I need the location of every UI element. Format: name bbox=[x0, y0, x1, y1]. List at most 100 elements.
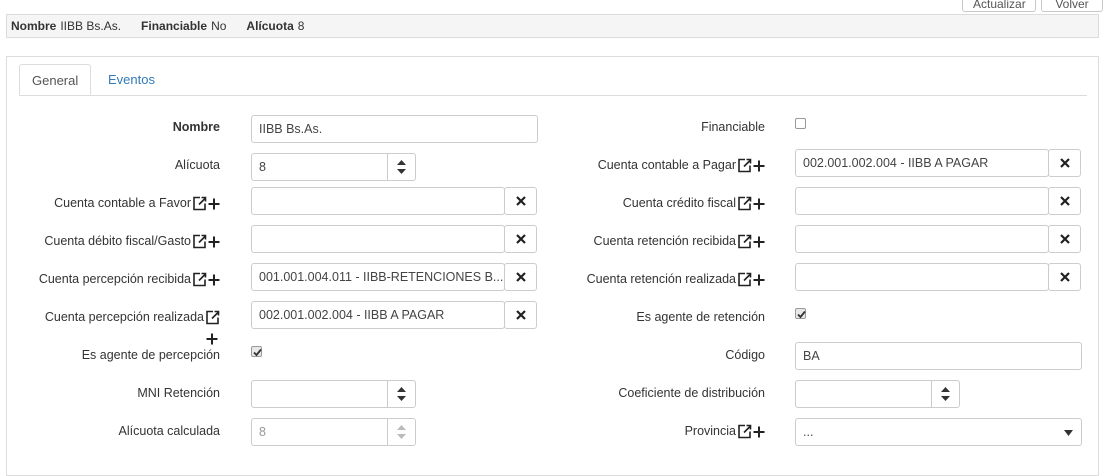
close-icon bbox=[1059, 158, 1070, 168]
cuenta-percepcion-recibida-label: Cuenta percepción recibida bbox=[10, 269, 220, 289]
summary-key-financiable: Financiable bbox=[141, 19, 208, 33]
mni-retencion-label: MNI Retención bbox=[137, 386, 220, 400]
provincia-label: Provincia bbox=[540, 421, 765, 441]
close-icon bbox=[1059, 272, 1070, 282]
plus-icon[interactable] bbox=[753, 198, 765, 210]
cuenta-pagar-clear-button[interactable] bbox=[1048, 149, 1081, 177]
cuenta-retencion-recibida-input[interactable] bbox=[795, 225, 1049, 253]
plus-icon[interactable] bbox=[208, 236, 220, 248]
agente-retencion-checkbox[interactable] bbox=[795, 308, 806, 319]
cuenta-favor-clear-button[interactable] bbox=[504, 187, 537, 215]
nombre-input[interactable]: IIBB Bs.As. bbox=[251, 115, 538, 143]
summary-value-alicuota: 8 bbox=[297, 19, 305, 33]
arrow-up-icon[interactable] bbox=[397, 160, 406, 165]
cuenta-credito-clear-button[interactable] bbox=[1048, 187, 1081, 215]
alicuota-value: 8 bbox=[259, 160, 266, 174]
close-icon bbox=[515, 272, 526, 282]
close-icon bbox=[1059, 196, 1070, 206]
cuenta-pagar-input[interactable]: 002.001.002.004 - IIBB A PAGAR bbox=[795, 149, 1049, 177]
codigo-input[interactable]: BA bbox=[795, 342, 1082, 370]
cuenta-percepcion-realizada-input[interactable]: 002.001.002.004 - IIBB A PAGAR bbox=[251, 301, 505, 329]
external-link-icon[interactable] bbox=[737, 158, 752, 173]
external-link-icon[interactable] bbox=[737, 272, 752, 287]
external-link-icon[interactable] bbox=[192, 234, 207, 249]
codigo-label: Código bbox=[725, 348, 765, 362]
check-icon bbox=[253, 348, 262, 357]
mni-retencion-input[interactable] bbox=[251, 380, 416, 408]
plus-icon[interactable] bbox=[206, 333, 218, 345]
summary-value-nombre: IIBB Bs.As. bbox=[60, 19, 122, 33]
provincia-label-text: Provincia bbox=[684, 424, 736, 438]
alicuota-calculada-value: 8 bbox=[259, 425, 266, 439]
provincia-value: ... bbox=[803, 425, 814, 439]
cuenta-pagar-label-text: Cuenta contable a Pagar bbox=[597, 158, 736, 172]
alicuota-label: Alícuota bbox=[174, 158, 220, 172]
check-icon bbox=[797, 310, 806, 319]
arrow-down-icon[interactable] bbox=[397, 396, 406, 401]
arrow-up-icon[interactable] bbox=[941, 387, 950, 392]
agente-retencion-label: Es agente de retención bbox=[636, 310, 765, 324]
chevron-down-icon bbox=[1064, 430, 1073, 436]
nombre-label: Nombre bbox=[172, 120, 220, 134]
cuenta-percepcion-realizada-clear-button[interactable] bbox=[504, 301, 537, 329]
mni-retencion-stepper[interactable] bbox=[387, 381, 415, 407]
cuenta-debito-input[interactable] bbox=[251, 225, 505, 253]
plus-icon[interactable] bbox=[753, 426, 765, 438]
cuenta-favor-label-text: Cuenta contable a Favor bbox=[54, 196, 191, 210]
tab-eventos[interactable]: Eventos bbox=[96, 64, 167, 95]
external-link-icon[interactable] bbox=[192, 196, 207, 211]
cuenta-percepcion-recibida-clear-button[interactable] bbox=[504, 263, 537, 291]
alicuota-calculada-stepper bbox=[387, 419, 415, 445]
summary-bar: Nombre IIBB Bs.As. Financiable No Alícuo… bbox=[6, 14, 1099, 38]
cuenta-favor-label: Cuenta contable a Favor bbox=[10, 193, 220, 213]
close-icon bbox=[515, 234, 526, 244]
tab-general[interactable]: General bbox=[19, 64, 92, 95]
summary-key-nombre: Nombre bbox=[11, 19, 57, 33]
arrow-down-icon[interactable] bbox=[397, 169, 406, 174]
plus-icon[interactable] bbox=[208, 198, 220, 210]
cuenta-percepcion-recibida-label-text: Cuenta percepción recibida bbox=[38, 272, 191, 286]
alicuota-stepper[interactable] bbox=[387, 154, 415, 180]
financiable-label: Financiable bbox=[701, 120, 765, 134]
external-link-icon[interactable] bbox=[737, 234, 752, 249]
external-link-icon[interactable] bbox=[192, 272, 207, 287]
cuenta-credito-label: Cuenta crédito fiscal bbox=[540, 193, 765, 213]
cuenta-debito-label-text: Cuenta débito fiscal/Gasto bbox=[44, 234, 191, 248]
arrow-up-icon bbox=[397, 425, 406, 430]
coeficiente-label: Coeficiente de distribución bbox=[618, 386, 765, 400]
cuenta-retencion-realizada-label-text: Cuenta retención realizada bbox=[586, 272, 736, 286]
cuenta-retencion-realizada-input[interactable] bbox=[795, 263, 1049, 291]
cuenta-percepcion-recibida-input[interactable]: 001.001.004.011 - IIBB-RETENCIONES B... bbox=[251, 263, 505, 291]
cuenta-retencion-recibida-clear-button[interactable] bbox=[1048, 225, 1081, 253]
cuenta-pagar-label: Cuenta contable a Pagar bbox=[540, 155, 765, 175]
alicuota-input[interactable]: 8 bbox=[251, 153, 416, 181]
arrow-down-icon[interactable] bbox=[941, 396, 950, 401]
external-link-icon[interactable] bbox=[205, 310, 220, 325]
arrow-up-icon[interactable] bbox=[397, 387, 406, 392]
external-link-icon[interactable] bbox=[737, 196, 752, 211]
cuenta-credito-label-text: Cuenta crédito fiscal bbox=[622, 196, 736, 210]
cuenta-credito-input[interactable] bbox=[795, 187, 1049, 215]
arrow-down-icon bbox=[397, 434, 406, 439]
plus-icon[interactable] bbox=[753, 274, 765, 286]
close-icon bbox=[1059, 234, 1070, 244]
cuenta-retencion-recibida-label-text: Cuenta retención recibida bbox=[593, 234, 736, 248]
cuenta-retencion-realizada-clear-button[interactable] bbox=[1048, 263, 1081, 291]
tab-bar: General Eventos bbox=[19, 64, 1087, 96]
cuenta-debito-clear-button[interactable] bbox=[504, 225, 537, 253]
plus-icon[interactable] bbox=[208, 274, 220, 286]
cuenta-favor-input[interactable] bbox=[251, 187, 505, 215]
update-button[interactable]: Actualizar bbox=[962, 0, 1036, 12]
financiable-checkbox[interactable] bbox=[795, 118, 806, 129]
coeficiente-stepper[interactable] bbox=[931, 381, 959, 407]
cuenta-percepcion-realizada-label: Cuenta percepción realizada bbox=[10, 307, 220, 327]
back-button[interactable]: Volver bbox=[1041, 0, 1103, 12]
agente-percepcion-checkbox[interactable] bbox=[251, 346, 262, 357]
plus-icon[interactable] bbox=[753, 236, 765, 248]
provincia-select[interactable]: ... bbox=[795, 418, 1082, 446]
close-icon bbox=[515, 196, 526, 206]
plus-icon[interactable] bbox=[753, 160, 765, 172]
coeficiente-input[interactable] bbox=[795, 380, 960, 408]
external-link-icon[interactable] bbox=[737, 424, 752, 439]
alicuota-calculada-input: 8 bbox=[251, 418, 416, 446]
